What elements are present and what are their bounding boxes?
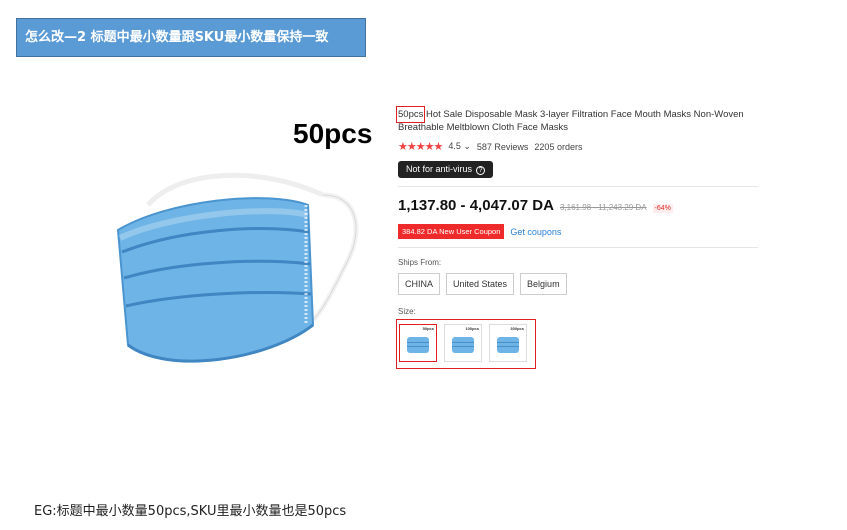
price-row: 1,137.80 - 4,047.07 DA 3,161.98 - 11,243… bbox=[398, 197, 758, 214]
size-option-100pcs[interactable]: 100pcs bbox=[444, 324, 482, 362]
ship-option-united-states[interactable]: United States bbox=[446, 273, 515, 295]
divider bbox=[398, 247, 758, 248]
get-coupons-link[interactable]: Get coupons bbox=[510, 227, 561, 237]
ships-from-label: Ships From: bbox=[398, 258, 442, 267]
ships-from-options: CHINA United States Belgium bbox=[398, 273, 758, 295]
size-option-300pcs[interactable]: 300pcs bbox=[489, 324, 527, 362]
rating-row: ★★★★★ 4.5 ⌄ 587 Reviews 2205 orders bbox=[398, 140, 758, 153]
chevron-down-icon: ⌄ bbox=[463, 141, 471, 151]
size-label: Size: bbox=[398, 307, 416, 316]
question-circle-icon: ? bbox=[476, 166, 486, 175]
divider bbox=[398, 186, 758, 187]
notice-text: Not for anti-virus bbox=[406, 164, 473, 174]
coupon-row: 384.82 DA New User Coupon Get coupons bbox=[398, 224, 758, 239]
mask-thumbnail-icon bbox=[497, 337, 519, 353]
product-info: 50pcs Hot Sale Disposable Mask 3-layer F… bbox=[395, 106, 758, 369]
size-option-label: 100pcs bbox=[465, 326, 479, 331]
price-range: 1,137.80 - 4,047.07 DA bbox=[398, 197, 554, 214]
rating-value[interactable]: 4.5 ⌄ bbox=[448, 141, 471, 152]
face-mask-icon bbox=[116, 172, 359, 363]
title-quantity-highlight: 50pcs bbox=[395, 106, 426, 123]
product-title[interactable]: 50pcs Hot Sale Disposable Mask 3-layer F… bbox=[395, 106, 758, 134]
star-rating-icon: ★★★★★ bbox=[398, 141, 443, 153]
size-option-label: 300pcs bbox=[510, 326, 524, 331]
image-quantity-caption: 50pcs bbox=[293, 118, 373, 149]
anti-virus-notice[interactable]: Not for anti-virus? bbox=[398, 161, 494, 178]
size-option-label: 50pcs bbox=[422, 326, 434, 331]
example-note: EG:标题中最小数量50pcs,SKU里最小数量也是50pcs bbox=[34, 504, 347, 519]
mask-thumbnail-icon bbox=[452, 337, 474, 353]
reviews-count[interactable]: 587 Reviews bbox=[477, 142, 529, 152]
discount-badge: -64% bbox=[652, 204, 673, 213]
ship-option-china[interactable]: CHINA bbox=[398, 273, 441, 295]
ship-option-belgium[interactable]: Belgium bbox=[520, 273, 567, 295]
size-option-50pcs[interactable]: 50pcs bbox=[399, 324, 437, 362]
instruction-banner: 怎么改—2 标题中最小数量跟SKU最小数量保持一致 bbox=[16, 18, 366, 57]
size-options-highlight: 50pcs 100pcs 300pcs bbox=[396, 319, 536, 369]
orders-count: 2205 orders bbox=[534, 141, 583, 152]
original-price: 3,161.98 - 11,243.29 DA bbox=[559, 203, 647, 212]
mask-thumbnail-icon bbox=[407, 337, 429, 353]
title-text: Hot Sale Disposable Mask 3-layer Filtrat… bbox=[398, 109, 744, 133]
new-user-coupon[interactable]: 384.82 DA New User Coupon bbox=[398, 224, 505, 239]
